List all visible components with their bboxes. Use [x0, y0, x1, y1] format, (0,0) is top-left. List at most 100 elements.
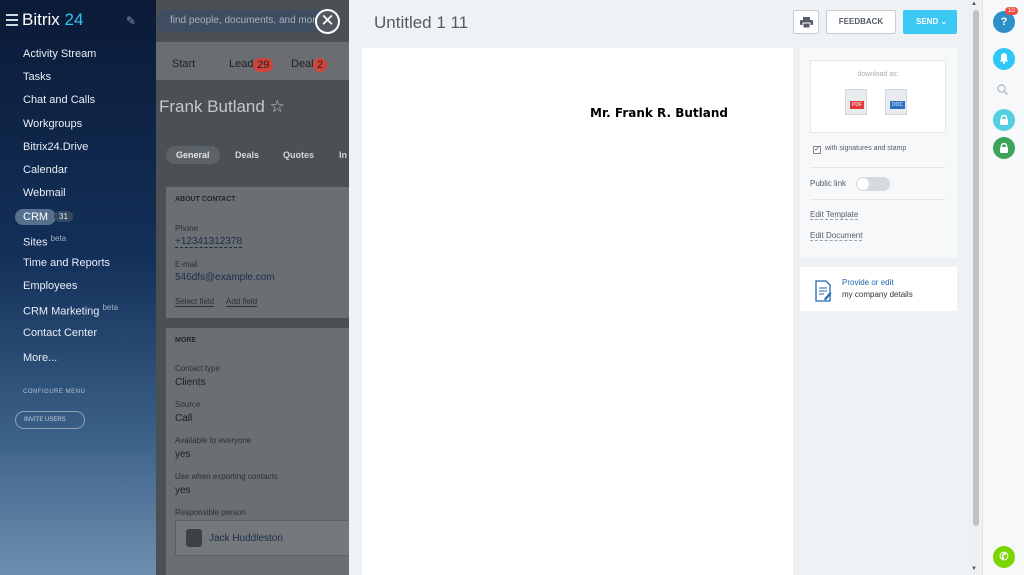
nav-item-calendar[interactable]: Calendar [23, 164, 68, 176]
crm-tabs: Start Leads 29 Deals 2 [156, 42, 349, 80]
email-value[interactable]: 546dfs@example.com [175, 272, 275, 283]
about-contact-title: ABOUT CONTACT [175, 196, 236, 203]
search-input[interactable]: find people, documents, and more [156, 10, 341, 32]
responsible-person-box[interactable]: Jack Huddleston [175, 520, 349, 556]
public-link-toggle[interactable] [856, 177, 890, 191]
add-field-link[interactable]: Add field [226, 297, 258, 307]
select-field-link[interactable]: Select field [175, 297, 215, 307]
sites-beta: beta [50, 234, 67, 243]
download-box: download as: PDF DOC [810, 60, 946, 133]
left-navigation: Bitrix 24 ✎ Activity Stream Tasks Chat a… [0, 0, 156, 575]
right-toolbar: ? 10 ✆ [982, 0, 1024, 575]
nav-item-crm-marketing[interactable]: CRM Marketing beta [23, 303, 118, 318]
scroll-up-arrow[interactable]: ▲ [971, 1, 977, 7]
more-panel: MORE Contact type Clients Source Call Av… [166, 328, 349, 575]
nav-item-chat-calls[interactable]: Chat and Calls [23, 94, 95, 106]
nav-item-time-reports[interactable]: Time and Reports [23, 257, 110, 269]
document-title: Untitled 1 11 [374, 13, 469, 32]
notifications-button[interactable] [993, 48, 1015, 70]
close-icon: ✕ [320, 11, 335, 30]
send-button[interactable]: SEND ⌄ [903, 10, 957, 34]
bell-icon [999, 53, 1009, 64]
nav-item-tasks[interactable]: Tasks [23, 71, 51, 83]
subtab-general[interactable]: General [166, 146, 220, 164]
pdf-label: PDF [850, 101, 864, 109]
phone-icon: ✆ [999, 551, 1009, 563]
document-preview: Mr. Frank R. Butland [362, 48, 793, 575]
search-icon[interactable] [997, 84, 1008, 95]
logo-number: 24 [64, 10, 84, 29]
about-contact-panel: ABOUT CONTACT Phone +12341312378 E-mail … [166, 187, 349, 318]
public-link-label: Public link [810, 179, 847, 188]
chevron-down-icon: ⌄ [940, 17, 948, 26]
crm-contact-area: find people, documents, and more Start L… [156, 0, 349, 575]
phone-label: Phone [175, 224, 199, 233]
provide-or-edit-link[interactable]: Provide or edit [842, 278, 894, 287]
feedback-button[interactable]: FEEDBACK [826, 10, 896, 34]
logo[interactable]: Bitrix 24 [22, 10, 83, 30]
lock-icon [1000, 142, 1008, 153]
avatar [186, 529, 202, 547]
close-slider-button[interactable]: ✕ [315, 9, 340, 34]
pencil-icon[interactable]: ✎ [126, 14, 136, 28]
export-value: yes [175, 485, 191, 496]
signatures-label: with signatures and stamp [825, 145, 907, 152]
scrollbar-thumb[interactable] [973, 10, 979, 526]
divider [810, 167, 945, 168]
document-options-panel: download as: PDF DOC ✓ with signatures an… [800, 48, 957, 258]
contact-type-label: Contact type [175, 364, 220, 373]
download-as-label: download as: [857, 71, 899, 78]
nav-item-webmail[interactable]: Webmail [23, 187, 66, 199]
doc-download-icon[interactable]: DOC [885, 89, 907, 115]
invite-users-button[interactable]: INVITE USERS [15, 411, 85, 429]
nav-item-more[interactable]: More... [23, 352, 57, 364]
phone-value[interactable]: +12341312378 [175, 236, 243, 248]
edit-template-link[interactable]: Edit Template [810, 210, 859, 220]
nav-item-contact-center[interactable]: Contact Center [23, 327, 97, 339]
signatures-checkbox-row[interactable]: ✓ with signatures and stamp [813, 145, 906, 154]
sites-label: Sites [23, 236, 48, 249]
contact-name-text: Frank Butland [159, 97, 265, 116]
document-slider: Untitled 1 11 FEEDBACK SEND ⌄ Mr. Frank … [349, 0, 970, 575]
crm-marketing-label: CRM Marketing [23, 305, 100, 318]
company-details-text: my company details [842, 290, 913, 299]
nav-item-workgroups[interactable]: Workgroups [23, 118, 82, 130]
available-value: yes [175, 449, 191, 460]
nav-item-crm[interactable]: CRM [15, 209, 57, 225]
signatures-checkbox[interactable]: ✓ [813, 146, 821, 154]
responsible-name[interactable]: Jack Huddleston [209, 533, 283, 544]
call-button[interactable]: ✆ [993, 546, 1015, 568]
deals-badge: 2 [313, 58, 328, 72]
pdf-download-icon[interactable]: PDF [845, 89, 867, 115]
doc-label: DOC [890, 101, 906, 109]
more-title: MORE [175, 337, 196, 344]
scroll-down-arrow[interactable]: ▼ [971, 566, 977, 572]
lock-icon [1000, 114, 1008, 125]
print-button[interactable] [793, 10, 819, 34]
nav-item-sites[interactable]: Sites beta [23, 234, 66, 249]
nav-item-activity-stream[interactable]: Activity Stream [23, 48, 96, 60]
source-value: Call [175, 413, 193, 424]
contact-type-value: Clients [175, 377, 206, 388]
printer-icon [800, 17, 813, 28]
document-edit-icon [815, 280, 832, 302]
configure-menu-link[interactable]: CONFIGURE MENU [23, 389, 85, 395]
crm-marketing-beta: beta [102, 303, 119, 312]
document-recipient-name: Mr. Frank R. Butland [590, 106, 728, 120]
tab-start[interactable]: Start [172, 58, 195, 70]
open-lines-button[interactable] [993, 109, 1015, 131]
subtab-more[interactable]: In [339, 150, 347, 160]
menu-icon[interactable] [6, 14, 18, 29]
contact-name: Frank Butland ☆ [159, 97, 285, 117]
secure-chat-button[interactable] [993, 137, 1015, 159]
nav-item-employees[interactable]: Employees [23, 280, 77, 292]
help-badge: 10 [1005, 7, 1018, 15]
subtab-deals[interactable]: Deals [235, 150, 259, 160]
star-icon[interactable]: ☆ [270, 97, 285, 116]
subtab-quotes[interactable]: Quotes [283, 150, 314, 160]
edit-document-link[interactable]: Edit Document [810, 231, 863, 241]
nav-item-drive[interactable]: Bitrix24.Drive [23, 141, 88, 153]
divider [810, 199, 945, 200]
responsible-label: Responsible person [175, 508, 246, 517]
available-label: Available to everyone [175, 436, 252, 445]
